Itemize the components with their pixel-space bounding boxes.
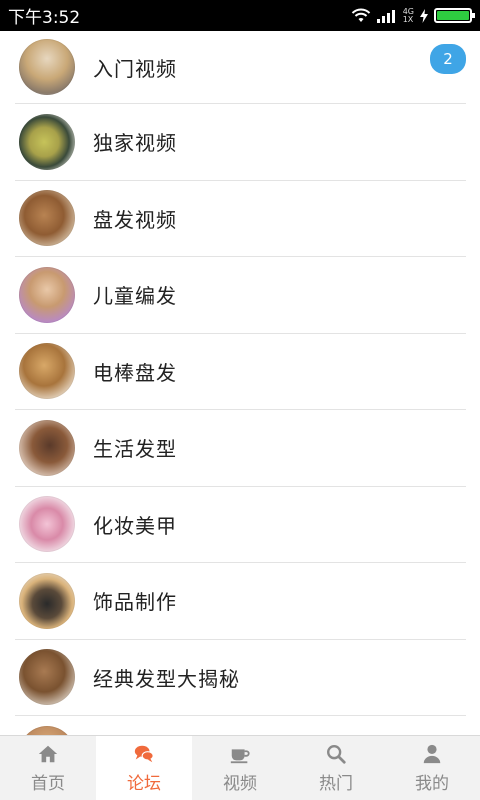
chat-icon bbox=[134, 745, 154, 762]
forum-item-curling-updo[interactable]: 电棒盘发 bbox=[15, 334, 466, 410]
forum-item-updo-video[interactable]: 盘发视频 bbox=[15, 181, 466, 257]
hairstyle-thumbnail bbox=[19, 39, 75, 95]
user-icon bbox=[423, 744, 441, 763]
forum-item-exclusive-video[interactable]: 独家视频 bbox=[15, 104, 466, 181]
tab-video[interactable]: 视频 bbox=[192, 736, 288, 800]
forum-item-label: 盘发视频 bbox=[93, 207, 177, 232]
unread-badge: 2 bbox=[430, 44, 466, 74]
status-icons: 4G 1X bbox=[351, 6, 475, 24]
hairstyle-thumbnail bbox=[19, 649, 75, 706]
forum-item-label: 经典发型大揭秘 bbox=[93, 666, 240, 691]
tab-label: 热门 bbox=[319, 773, 353, 794]
forum-item-label: 电棒盘发 bbox=[93, 360, 177, 385]
forum-item-classic-hairstyle-secrets[interactable]: 经典发型大揭秘 bbox=[15, 640, 466, 716]
tab-label: 视频 bbox=[223, 773, 257, 794]
battery-icon bbox=[434, 8, 475, 23]
status-time: 下午3:52 bbox=[8, 8, 81, 28]
forum-item-intro-video[interactable]: 入门视频 2 bbox=[15, 31, 466, 104]
home-icon bbox=[38, 745, 58, 762]
forum-item-label: 化妆美甲 bbox=[93, 513, 177, 538]
forum-item-label: 儿童编发 bbox=[93, 284, 177, 309]
bottom-tab-bar: 首页 论坛 视频 热门 我的 bbox=[0, 735, 480, 800]
hairstyle-thumbnail bbox=[19, 266, 75, 323]
forum-list: 入门视频 2 独家视频 盘发视频 儿童编发 电棒盘发 生活发型 化妆美甲 饰品制… bbox=[0, 31, 480, 735]
hairstyle-thumbnail bbox=[19, 113, 75, 170]
forum-item-accessory-making[interactable]: 饰品制作 bbox=[15, 563, 466, 640]
forum-item-label: 入门视频 bbox=[93, 56, 177, 81]
forum-item-partial[interactable] bbox=[15, 716, 466, 735]
tab-label: 首页 bbox=[31, 773, 65, 794]
tab-label: 论坛 bbox=[127, 773, 161, 794]
status-bar: 下午3:52 4G 1X bbox=[0, 0, 480, 31]
tab-mine[interactable]: 我的 bbox=[384, 736, 480, 800]
tab-home[interactable]: 首页 bbox=[0, 736, 96, 800]
forum-item-makeup-nails[interactable]: 化妆美甲 bbox=[15, 487, 466, 563]
hairstyle-thumbnail bbox=[19, 419, 75, 476]
forum-item-kids-braids[interactable]: 儿童编发 bbox=[15, 257, 466, 334]
cup-icon bbox=[230, 748, 250, 763]
wifi-icon bbox=[351, 8, 370, 22]
forum-item-label: 生活发型 bbox=[93, 437, 177, 462]
charging-icon bbox=[420, 8, 428, 23]
forum-item-label: 独家视频 bbox=[93, 131, 177, 156]
hairstyle-thumbnail bbox=[19, 343, 75, 400]
tab-forum[interactable]: 论坛 bbox=[96, 736, 192, 800]
hairstyle-thumbnail bbox=[19, 496, 75, 553]
search-icon bbox=[327, 744, 346, 764]
forum-item-label: 饰品制作 bbox=[93, 590, 177, 615]
hairstyle-thumbnail bbox=[19, 725, 75, 735]
hairstyle-thumbnail bbox=[19, 572, 75, 629]
forum-item-daily-hairstyle[interactable]: 生活发型 bbox=[15, 410, 466, 487]
network-type: 4G 1X bbox=[402, 6, 414, 24]
tab-hot[interactable]: 热门 bbox=[288, 736, 384, 800]
hairstyle-thumbnail bbox=[19, 190, 75, 247]
signal-icon bbox=[376, 9, 395, 23]
tab-label: 我的 bbox=[415, 773, 449, 794]
